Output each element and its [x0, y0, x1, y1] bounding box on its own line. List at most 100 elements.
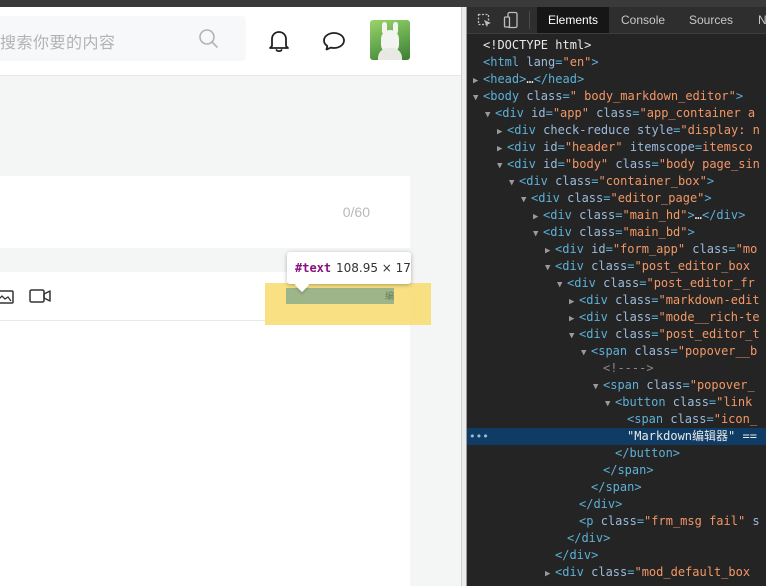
dom-token: = — [557, 157, 565, 171]
dom-token: = — [636, 514, 645, 528]
tooltip-node-size: 108.95 × 17 — [336, 261, 411, 275]
dom-node-selected[interactable]: ••• "Markdown编辑器" == — [467, 428, 766, 445]
dom-token: <span — [591, 344, 635, 358]
dom-node[interactable]: ▼ <div class="editor_page"> — [467, 190, 766, 207]
node-actions-icon[interactable]: ••• — [469, 428, 489, 445]
dom-token: lang — [526, 55, 556, 69]
dom-node[interactable]: ▶ <div class="mod_default_box — [467, 564, 766, 581]
dom-token: <div — [531, 191, 568, 205]
dom-node[interactable]: ▼ <span class="popover__b — [467, 343, 766, 360]
dom-node[interactable]: ▼ <button class="link — [467, 394, 766, 411]
dom-token: class — [579, 225, 616, 239]
dom-token: <div — [507, 123, 544, 137]
bell-icon[interactable] — [268, 29, 290, 58]
search-input[interactable]: 搜索你要的内容 — [0, 29, 116, 53]
dom-token: > — [704, 191, 712, 205]
device-toolbar-icon[interactable] — [503, 11, 519, 34]
title-char-counter: 0/60 — [342, 204, 370, 220]
tab-network[interactable]: N — [758, 7, 766, 33]
dom-token: "en" — [562, 55, 592, 69]
expand-triangle-icon[interactable]: ▶ — [545, 566, 555, 583]
dom-node[interactable]: ▶ <div check-reduce style="display: n — [467, 122, 766, 139]
dom-token: <div — [579, 327, 616, 341]
dom-token: id — [543, 140, 558, 154]
dom-token: "main_bd" — [622, 225, 688, 239]
dom-token: "mo — [735, 242, 758, 256]
search-icon[interactable] — [198, 28, 220, 55]
dom-token: = — [557, 140, 565, 154]
dom-node[interactable]: </span> — [467, 462, 766, 479]
dom-token: = — [728, 242, 736, 256]
message-icon[interactable] — [322, 31, 346, 56]
dom-token: check-reduce style — [543, 123, 674, 137]
dom-token: <span — [627, 412, 671, 426]
dom-token: <div — [519, 174, 556, 188]
dom-node[interactable]: ▼ <div id="body" class="body page_sin — [467, 156, 766, 173]
dom-node[interactable]: </div> — [467, 547, 766, 564]
dom-node[interactable]: <span class="icon_ — [467, 411, 766, 428]
devtools-panel: Elements Console Sources N <!DOCTYPE htm… — [467, 7, 766, 586]
image-icon[interactable] — [0, 289, 14, 310]
dom-token: "app" — [552, 106, 597, 120]
dom-node[interactable]: ▼ <div id="app" class="app_container a — [467, 105, 766, 122]
editor-body[interactable] — [0, 321, 410, 586]
dom-token: </span> — [603, 463, 654, 477]
dom-token: "main_hd" — [622, 208, 688, 222]
dom-token: "post_editor_box — [634, 259, 751, 273]
dom-node[interactable]: <!DOCTYPE html> — [467, 37, 766, 54]
search-box[interactable]: 搜索你要的内容 — [0, 16, 246, 61]
article-title-card[interactable]: 0/60 — [0, 176, 410, 248]
dom-token: " body_markdown_editor" — [569, 89, 736, 103]
dom-node[interactable]: ▶ <div class="main_hd">…</div> — [467, 207, 766, 224]
dom-token: "mode__rich-te — [658, 310, 760, 324]
dom-node[interactable]: </div> — [467, 496, 766, 513]
avatar[interactable] — [370, 20, 410, 60]
dom-node[interactable]: ▶ <div class="mode__rich-te — [467, 309, 766, 326]
dom-token: <html — [483, 55, 527, 69]
dom-token: s — [752, 514, 760, 528]
dom-node[interactable]: ▼ <div class="container_box"> — [467, 173, 766, 190]
dom-token: = — [706, 412, 714, 426]
dom-node[interactable]: <!----> — [467, 360, 766, 377]
dom-token: "app_container a — [639, 106, 756, 120]
dom-node[interactable]: ▶ <div class="markdown-edit — [467, 292, 766, 309]
video-icon[interactable] — [29, 288, 51, 309]
dom-node[interactable]: </div> — [467, 530, 766, 547]
tab-sources[interactable]: Sources — [689, 7, 733, 33]
dom-token: class — [600, 514, 637, 528]
dom-token: "link — [716, 395, 753, 409]
dom-node[interactable]: ▼ <div class="post_editor_t — [467, 326, 766, 343]
dom-token: = — [651, 157, 659, 171]
dom-token: = — [682, 378, 690, 392]
dom-token: class — [692, 242, 729, 256]
dom-token: itemsco — [702, 140, 753, 154]
dom-node[interactable]: ▶ <div id="header" itemscope=itemsco — [467, 139, 766, 156]
element-picker-icon[interactable] — [477, 13, 493, 34]
dom-token: "body" — [564, 157, 616, 171]
dom-token: <span — [603, 378, 647, 392]
dom-token: > — [687, 225, 695, 239]
dom-node[interactable]: <html lang="en"> — [467, 54, 766, 71]
dom-node[interactable]: ▶ <div id="form_app" class="mo — [467, 241, 766, 258]
dom-node[interactable]: ▶ <head>…</head> — [467, 71, 766, 88]
dom-node[interactable]: ▼ <div class="post_editor_box — [467, 258, 766, 275]
dom-node[interactable]: ▼ <body class=" body_markdown_editor"> — [467, 88, 766, 105]
dom-node[interactable]: ▼ <div class="main_bd"> — [467, 224, 766, 241]
dom-token: <body — [483, 89, 527, 103]
dom-token: <div — [555, 242, 592, 256]
dom-token: "form_app" — [612, 242, 693, 256]
dom-node[interactable]: </span> — [467, 479, 766, 496]
dom-node[interactable]: ▼ <div class="post_editor_fr — [467, 275, 766, 292]
dom-token: </div> — [567, 531, 611, 545]
dom-token: class — [646, 378, 683, 392]
dom-token: id — [531, 106, 546, 120]
dom-token: class — [591, 565, 628, 579]
tab-console[interactable]: Console — [621, 7, 665, 33]
dom-token: <!----> — [603, 361, 654, 375]
dom-node[interactable]: </button> — [467, 445, 766, 462]
tab-elements[interactable]: Elements — [537, 7, 609, 33]
dom-node[interactable]: ▼ <span class="popover_ — [467, 377, 766, 394]
dom-node[interactable]: <p class="frm_msg fail" s — [467, 513, 766, 530]
dom-token: class — [567, 191, 604, 205]
dom-token: class — [555, 174, 592, 188]
